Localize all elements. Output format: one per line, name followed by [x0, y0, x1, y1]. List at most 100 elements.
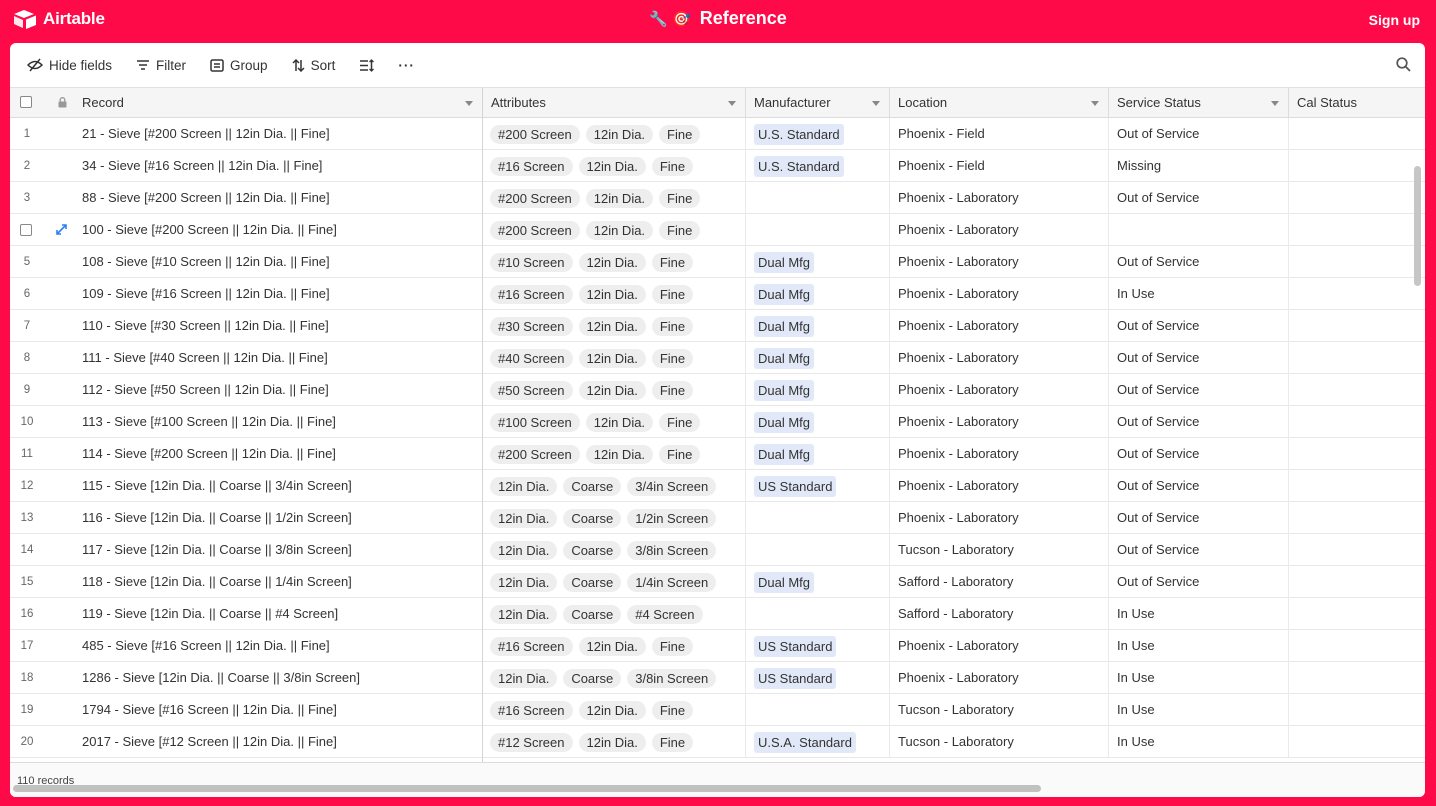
attributes-cell[interactable]: 12in Dia. Coarse 3/8in Screen [482, 534, 746, 565]
search-button[interactable] [1396, 57, 1411, 75]
manufacturer-cell[interactable]: Dual Mfg [746, 278, 890, 309]
location-cell[interactable]: Phoenix - Field [890, 150, 1109, 181]
location-cell[interactable]: Tucson - Laboratory [890, 726, 1109, 757]
expand-record-icon[interactable] [56, 224, 67, 235]
location-cell[interactable]: Tucson - Laboratory [890, 534, 1109, 565]
table-row[interactable]: 6 109 - Sieve [#16 Screen || 12in Dia. ||… [10, 278, 1425, 310]
manufacturer-cell[interactable] [746, 502, 890, 533]
location-cell[interactable]: Safford - Laboratory [890, 566, 1109, 597]
cal-status-cell[interactable] [1289, 342, 1425, 373]
service-status-cell[interactable]: In Use [1109, 694, 1289, 725]
manufacturer-cell[interactable] [746, 534, 890, 565]
attributes-cell[interactable]: 12in Dia. Coarse 1/4in Screen [482, 566, 746, 597]
manufacturer-cell[interactable]: Dual Mfg [746, 246, 890, 277]
table-row[interactable]: 18 1286 - Sieve [12in Dia. || Coarse || 3… [10, 662, 1425, 694]
record-cell[interactable]: 119 - Sieve [12in Dia. || Coarse || #4 S… [74, 598, 482, 629]
attributes-cell[interactable]: #16 Screen 12in Dia. Fine [482, 694, 746, 725]
record-cell[interactable]: 109 - Sieve [#16 Screen || 12in Dia. || … [74, 278, 482, 309]
cal-status-cell[interactable] [1289, 182, 1425, 213]
cal-status-cell[interactable] [1289, 630, 1425, 661]
cal-status-cell[interactable] [1289, 598, 1425, 629]
location-cell[interactable]: Phoenix - Laboratory [890, 438, 1109, 469]
service-status-cell[interactable]: In Use [1109, 630, 1289, 661]
record-cell[interactable]: 114 - Sieve [#200 Screen || 12in Dia. ||… [74, 438, 482, 469]
column-header-attributes[interactable]: Attributes [482, 88, 746, 118]
table-row[interactable]: 12 115 - Sieve [12in Dia. || Coarse || 3/… [10, 470, 1425, 502]
cal-status-cell[interactable] [1289, 374, 1425, 405]
record-cell[interactable]: 108 - Sieve [#10 Screen || 12in Dia. || … [74, 246, 482, 277]
table-row[interactable]: 15 118 - Sieve [12in Dia. || Coarse || 1/… [10, 566, 1425, 598]
location-cell[interactable]: Safford - Laboratory [890, 598, 1109, 629]
service-status-cell[interactable]: In Use [1109, 598, 1289, 629]
record-cell[interactable]: 1794 - Sieve [#16 Screen || 12in Dia. ||… [74, 694, 482, 725]
location-cell[interactable]: Phoenix - Laboratory [890, 342, 1109, 373]
table-row[interactable]: 10 113 - Sieve [#100 Screen || 12in Dia. … [10, 406, 1425, 438]
manufacturer-cell[interactable] [746, 214, 890, 245]
hide-fields-button[interactable]: Hide fields [20, 52, 119, 79]
location-cell[interactable]: Phoenix - Laboratory [890, 406, 1109, 437]
service-status-cell[interactable]: Missing [1109, 150, 1289, 181]
service-status-cell[interactable]: Out of Service [1109, 470, 1289, 501]
record-cell[interactable]: 88 - Sieve [#200 Screen || 12in Dia. || … [74, 182, 482, 213]
location-cell[interactable]: Phoenix - Laboratory [890, 246, 1109, 277]
service-status-cell[interactable]: Out of Service [1109, 246, 1289, 277]
manufacturer-cell[interactable]: US Standard [746, 630, 890, 661]
manufacturer-cell[interactable]: U.S. Standard [746, 150, 890, 181]
row-height-button[interactable] [352, 53, 381, 78]
service-status-cell[interactable]: Out of Service [1109, 406, 1289, 437]
cal-status-cell[interactable] [1289, 214, 1425, 245]
cal-status-cell[interactable] [1289, 694, 1425, 725]
location-cell[interactable]: Phoenix - Laboratory [890, 630, 1109, 661]
table-row[interactable]: 16 119 - Sieve [12in Dia. || Coarse || #4… [10, 598, 1425, 630]
column-attributes-dropdown-icon[interactable] [728, 101, 736, 106]
service-status-cell[interactable]: Out of Service [1109, 310, 1289, 341]
column-service-status-dropdown-icon[interactable] [1271, 101, 1279, 106]
record-cell[interactable]: 2017 - Sieve [#12 Screen || 12in Dia. ||… [74, 726, 482, 757]
location-cell[interactable]: Phoenix - Laboratory [890, 662, 1109, 693]
cal-status-cell[interactable] [1289, 246, 1425, 277]
table-row[interactable]: 2 34 - Sieve [#16 Screen || 12in Dia. || … [10, 150, 1425, 182]
select-all-checkbox[interactable] [20, 96, 32, 108]
service-status-cell[interactable]: Out of Service [1109, 534, 1289, 565]
column-location-dropdown-icon[interactable] [1091, 101, 1099, 106]
record-cell[interactable]: 111 - Sieve [#40 Screen || 12in Dia. || … [74, 342, 482, 373]
table-row[interactable]: 13 116 - Sieve [12in Dia. || Coarse || 1/… [10, 502, 1425, 534]
manufacturer-cell[interactable]: Dual Mfg [746, 438, 890, 469]
group-button[interactable]: Group [203, 52, 275, 79]
manufacturer-cell[interactable]: US Standard [746, 470, 890, 501]
cal-status-cell[interactable] [1289, 278, 1425, 309]
table-row[interactable]: 7 110 - Sieve [#30 Screen || 12in Dia. ||… [10, 310, 1425, 342]
table-row[interactable]: 9 112 - Sieve [#50 Screen || 12in Dia. ||… [10, 374, 1425, 406]
attributes-cell[interactable]: 12in Dia. Coarse 3/4in Screen [482, 470, 746, 501]
manufacturer-cell[interactable]: U.S. Standard [746, 118, 890, 149]
attributes-cell[interactable]: #16 Screen 12in Dia. Fine [482, 150, 746, 181]
attributes-cell[interactable]: #200 Screen 12in Dia. Fine [482, 214, 746, 245]
manufacturer-cell[interactable]: Dual Mfg [746, 374, 890, 405]
manufacturer-cell[interactable]: Dual Mfg [746, 310, 890, 341]
manufacturer-cell[interactable] [746, 182, 890, 213]
location-cell[interactable]: Phoenix - Laboratory [890, 310, 1109, 341]
record-cell[interactable]: 1286 - Sieve [12in Dia. || Coarse || 3/8… [74, 662, 482, 693]
location-cell[interactable]: Phoenix - Laboratory [890, 214, 1109, 245]
attributes-cell[interactable]: #200 Screen 12in Dia. Fine [482, 438, 746, 469]
column-manufacturer-dropdown-icon[interactable] [872, 101, 880, 106]
service-status-cell[interactable]: In Use [1109, 726, 1289, 757]
vertical-scrollbar[interactable] [1414, 166, 1421, 286]
record-cell[interactable]: 115 - Sieve [12in Dia. || Coarse || 3/4i… [74, 470, 482, 501]
cal-status-cell[interactable] [1289, 470, 1425, 501]
manufacturer-cell[interactable]: Dual Mfg [746, 566, 890, 597]
filter-button[interactable]: Filter [129, 52, 193, 79]
record-cell[interactable]: 21 - Sieve [#200 Screen || 12in Dia. || … [74, 118, 482, 149]
manufacturer-cell[interactable]: Dual Mfg [746, 342, 890, 373]
attributes-cell[interactable]: 12in Dia. Coarse 3/8in Screen [482, 662, 746, 693]
attributes-cell[interactable]: #50 Screen 12in Dia. Fine [482, 374, 746, 405]
manufacturer-cell[interactable]: Dual Mfg [746, 406, 890, 437]
table-row[interactable]: 3 88 - Sieve [#200 Screen || 12in Dia. ||… [10, 182, 1425, 214]
table-row[interactable]: 1 21 - Sieve [#200 Screen || 12in Dia. ||… [10, 118, 1425, 150]
service-status-cell[interactable]: Out of Service [1109, 374, 1289, 405]
attributes-cell[interactable]: #100 Screen 12in Dia. Fine [482, 406, 746, 437]
attributes-cell[interactable]: #30 Screen 12in Dia. Fine [482, 310, 746, 341]
record-cell[interactable]: 117 - Sieve [12in Dia. || Coarse || 3/8i… [74, 534, 482, 565]
location-cell[interactable]: Phoenix - Laboratory [890, 278, 1109, 309]
table-row[interactable]: 20 2017 - Sieve [#12 Screen || 12in Dia. … [10, 726, 1425, 758]
